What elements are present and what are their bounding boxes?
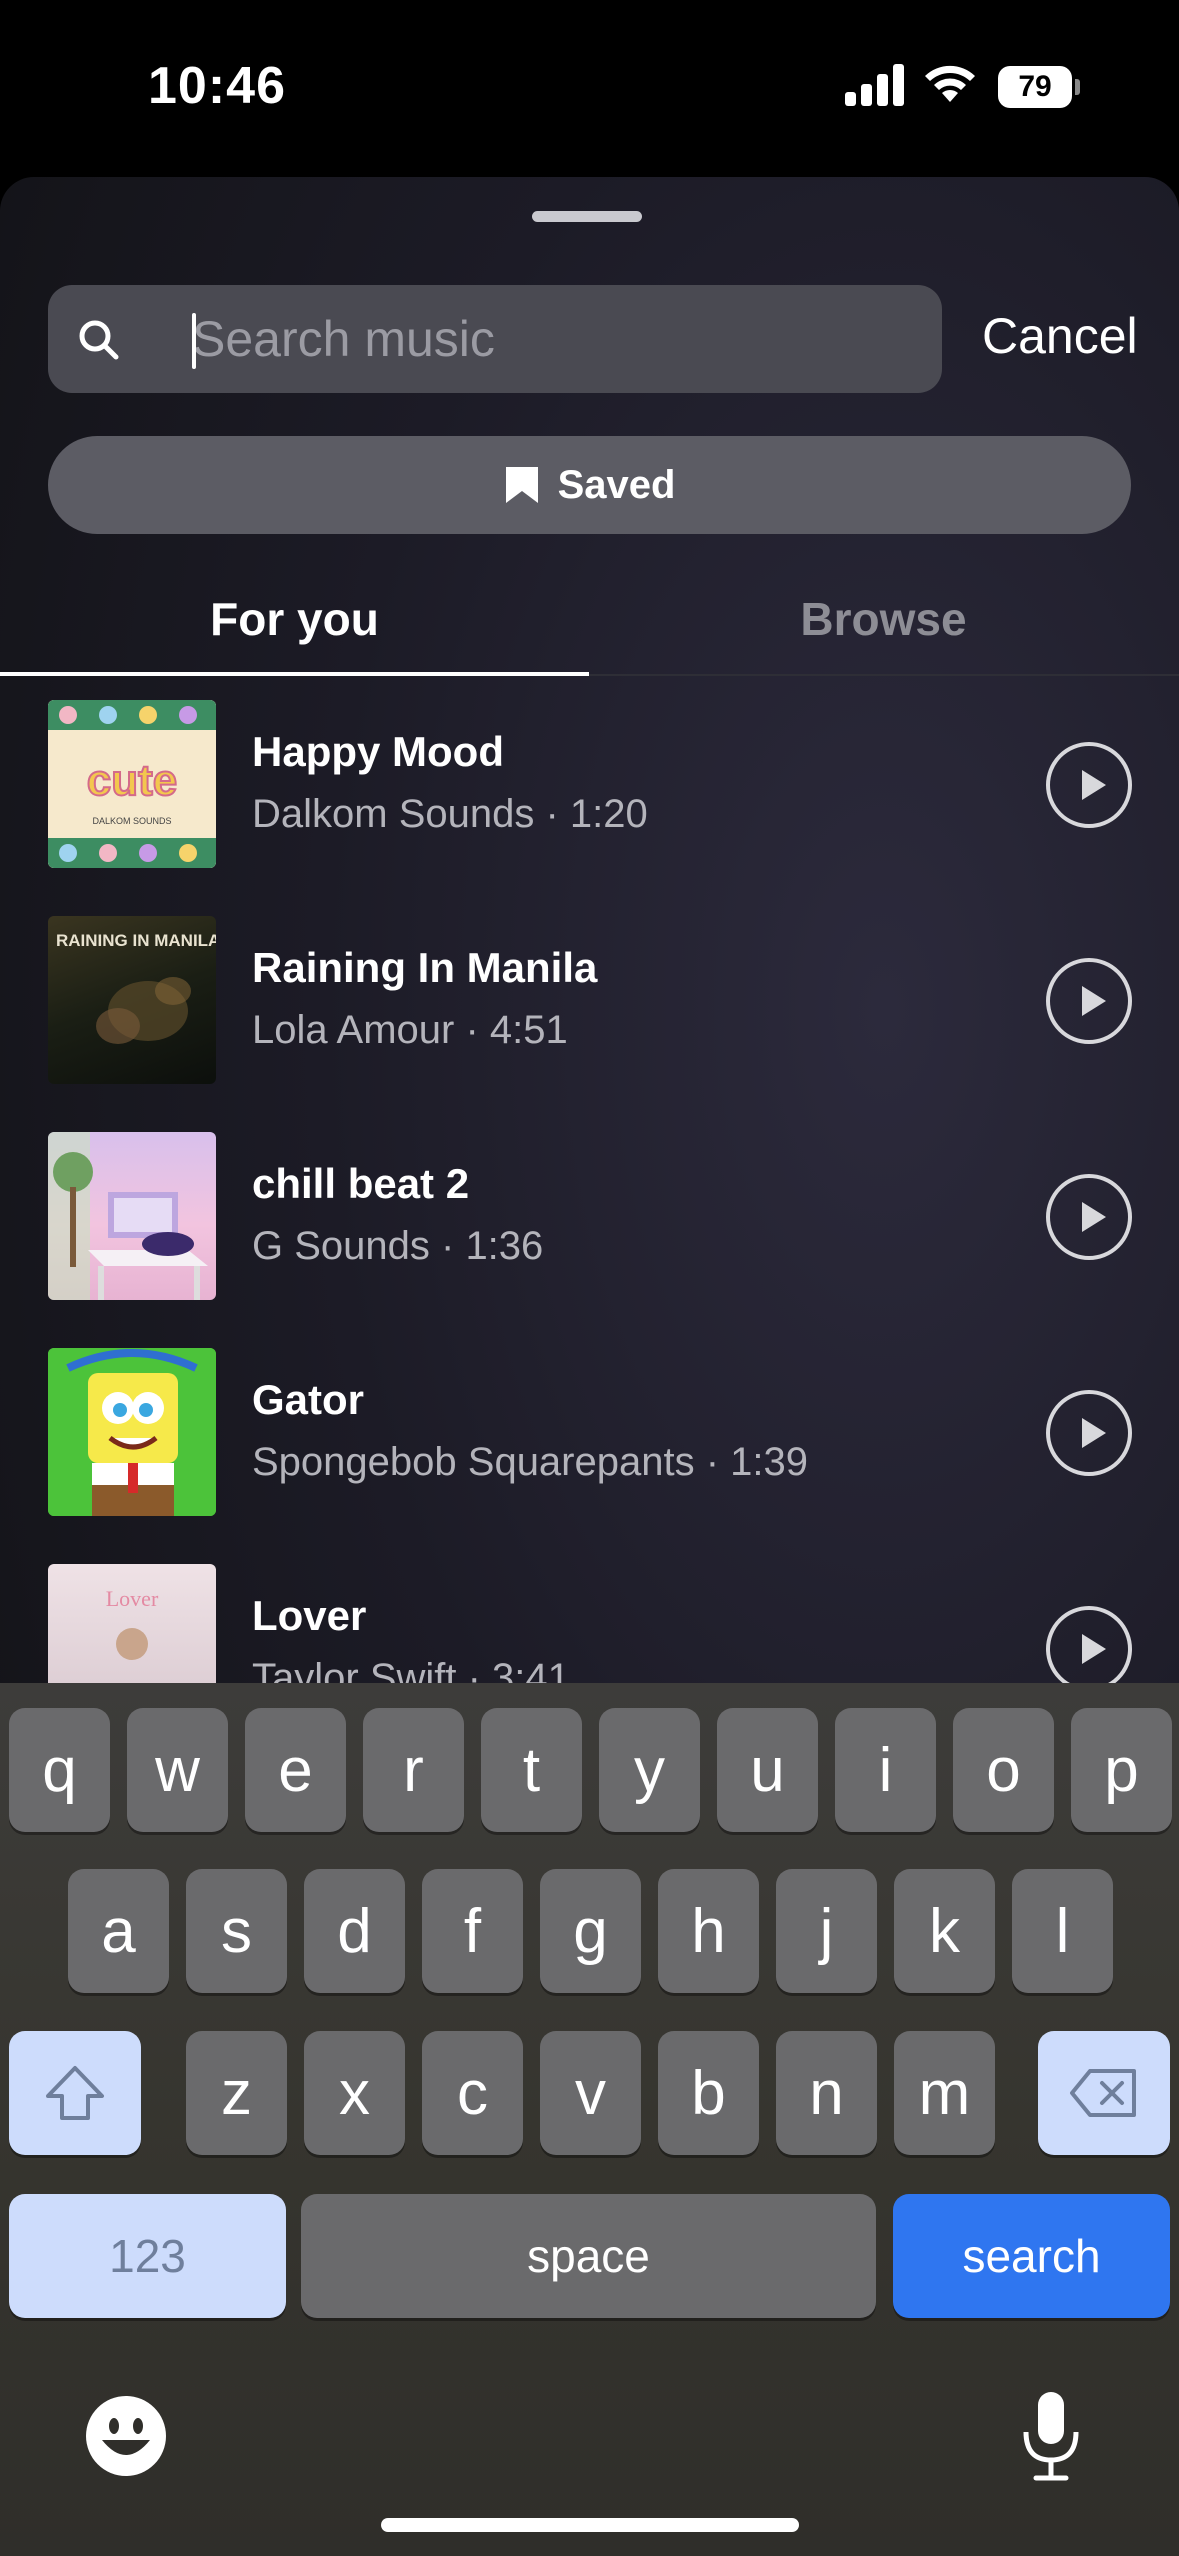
- play-icon[interactable]: [1046, 1174, 1132, 1260]
- key-x[interactable]: x: [304, 2031, 405, 2155]
- track-title: Gator: [252, 1376, 365, 1423]
- key-q[interactable]: q: [9, 1708, 110, 1832]
- key-o[interactable]: o: [953, 1708, 1054, 1832]
- track-row[interactable]: chill beat 2 G Sounds · 1:36: [0, 1132, 1179, 1302]
- track-row[interactable]: cute DALKOM SOUNDS Happy Mood Dalkom Sou…: [0, 700, 1179, 870]
- track-row[interactable]: RAINING IN MANILA Raining In Manila Lola…: [0, 916, 1179, 1086]
- bookmark-icon: [505, 467, 538, 503]
- track-title: Happy Mood: [252, 728, 504, 775]
- key-h[interactable]: h: [658, 1869, 759, 1993]
- home-indicator[interactable]: [381, 2518, 799, 2532]
- key-n[interactable]: n: [776, 2031, 877, 2155]
- key-k[interactable]: k: [894, 1869, 995, 1993]
- track-subtitle: G Sounds · 1:36: [252, 1224, 544, 1268]
- key-b[interactable]: b: [658, 2031, 759, 2155]
- key-w[interactable]: w: [127, 1708, 228, 1832]
- status-time: 10:46: [148, 57, 286, 115]
- cancel-button[interactable]: Cancel: [982, 307, 1138, 365]
- battery-icon: 79: [998, 66, 1080, 108]
- key-a[interactable]: a: [68, 1869, 169, 1993]
- cellular-signal-icon: [845, 62, 905, 106]
- key-s[interactable]: s: [186, 1869, 287, 1993]
- battery-level: 79: [1018, 70, 1052, 103]
- status-bar: 10:46 79: [0, 0, 1179, 170]
- search-key[interactable]: search: [893, 2194, 1170, 2318]
- key-c[interactable]: c: [422, 2031, 523, 2155]
- track-row[interactable]: Gator Spongebob Squarepants · 1:39: [0, 1348, 1179, 1518]
- wifi-icon: [925, 65, 975, 102]
- key-e[interactable]: e: [245, 1708, 346, 1832]
- track-title: Raining In Manila: [252, 944, 598, 991]
- search-box[interactable]: [48, 285, 942, 393]
- album-art-text: Lover: [106, 1586, 159, 1611]
- key-r[interactable]: r: [363, 1708, 464, 1832]
- tab-bar: For you Browse: [0, 562, 1179, 676]
- tab-browse[interactable]: Browse: [589, 562, 1178, 676]
- key-d[interactable]: d: [304, 1869, 405, 1993]
- key-m[interactable]: m: [894, 2031, 995, 2155]
- key-i[interactable]: i: [835, 1708, 936, 1832]
- numbers-key[interactable]: 123: [9, 2194, 286, 2318]
- backspace-key[interactable]: [1038, 2031, 1170, 2155]
- search-icon: [79, 320, 119, 360]
- track-title: chill beat 2: [252, 1160, 470, 1207]
- saved-label: Saved: [557, 462, 676, 507]
- key-l[interactable]: l: [1012, 1869, 1113, 1993]
- emoji-icon[interactable]: [84, 2394, 168, 2478]
- sheet-grabber[interactable]: [532, 211, 642, 222]
- play-icon[interactable]: [1046, 742, 1132, 828]
- album-art: [48, 1348, 216, 1516]
- album-art-text: RAINING IN MANILA: [56, 931, 216, 950]
- key-j[interactable]: j: [776, 1869, 877, 1993]
- search-input[interactable]: [192, 285, 892, 393]
- shift-key[interactable]: [9, 2031, 141, 2155]
- key-p[interactable]: p: [1071, 1708, 1172, 1832]
- key-y[interactable]: y: [599, 1708, 700, 1832]
- play-icon[interactable]: [1046, 1390, 1132, 1476]
- key-u[interactable]: u: [717, 1708, 818, 1832]
- saved-button[interactable]: Saved: [48, 436, 1131, 534]
- play-icon[interactable]: [1046, 958, 1132, 1044]
- play-icon[interactable]: [1046, 1606, 1132, 1692]
- album-art: [48, 1132, 216, 1300]
- key-g[interactable]: g: [540, 1869, 641, 1993]
- key-z[interactable]: z: [186, 2031, 287, 2155]
- text-caret: [192, 313, 196, 369]
- album-art: RAINING IN MANILA: [48, 916, 216, 1084]
- space-key[interactable]: space: [301, 2194, 876, 2318]
- microphone-icon[interactable]: [1016, 2388, 1086, 2484]
- key-t[interactable]: t: [481, 1708, 582, 1832]
- backspace-icon: [1070, 2069, 1136, 2117]
- track-subtitle: Dalkom Sounds · 1:20: [252, 792, 648, 836]
- track-title: Lover: [252, 1592, 367, 1639]
- album-art-text: cute: [87, 756, 177, 805]
- album-art-caption: DALKOM SOUNDS: [92, 816, 171, 826]
- tab-for-you[interactable]: For you: [0, 562, 589, 676]
- shift-icon: [46, 2066, 104, 2120]
- album-art: cute DALKOM SOUNDS: [48, 700, 216, 868]
- key-v[interactable]: v: [540, 2031, 641, 2155]
- track-subtitle: Spongebob Squarepants · 1:39: [252, 1440, 808, 1484]
- track-subtitle: Lola Amour · 4:51: [252, 1008, 568, 1052]
- active-tab-indicator: [0, 672, 589, 676]
- key-f[interactable]: f: [422, 1869, 523, 1993]
